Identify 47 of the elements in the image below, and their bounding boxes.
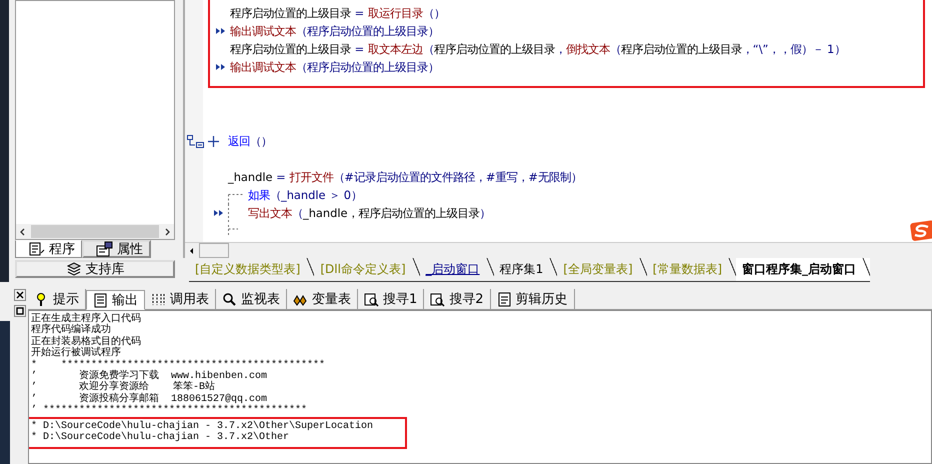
properties-icon bbox=[96, 241, 113, 257]
output-line: ’ ******************************************** bbox=[31, 405, 308, 417]
panel-tab[interactable]: 属性 bbox=[82, 240, 151, 258]
output-line: ’ 资源免费学习下载 www.hibenben.com bbox=[31, 370, 268, 382]
code-line: 程序启动位置的上级目录 = 取文本左边（程序启动位置的上级目录，倒找文本（程序启动位置的上级目录，“\”，，假）－ 1） bbox=[230, 42, 846, 56]
document-tab[interactable]: 窗口程序集_启动窗口 bbox=[736, 258, 870, 282]
output-line: * D:\SourceCode\hulu-chajian - 3.7.x2\Other bbox=[31, 432, 290, 444]
output-line: * ******************************************** bbox=[31, 360, 326, 371]
code-line: 程序启动位置的上级目录 = 取运行目录（） bbox=[230, 6, 445, 20]
books-icon bbox=[66, 262, 82, 276]
panel-tab[interactable]: 程序 bbox=[15, 240, 82, 258]
list-icon bbox=[151, 292, 166, 306]
code-line: _handle = 打开文件（#记录启动位置的文件路径，#重写，#无限制） bbox=[228, 170, 582, 184]
document-tab[interactable]: [自定义数据类型表] bbox=[189, 258, 314, 282]
document-tab[interactable]: [常量数据表] bbox=[646, 258, 736, 282]
search-icon bbox=[222, 292, 237, 306]
subroutine-icon bbox=[187, 134, 204, 148]
close-icon[interactable] bbox=[14, 289, 26, 301]
output-tab[interactable]: 输出 bbox=[86, 290, 145, 310]
clipboard-icon bbox=[496, 292, 512, 306]
output-line: * D:\SourceCode\hulu-chajian - 3.7.x2\Other\SuperLocation bbox=[31, 420, 374, 432]
expand-icon bbox=[208, 136, 219, 146]
code-line: 输出调试文本（程序启动位置的上级目录） bbox=[230, 24, 439, 38]
output-line: 开始运行被调试程序 bbox=[31, 348, 122, 360]
flow-line bbox=[228, 225, 238, 237]
horizontal-scrollbar[interactable] bbox=[185, 242, 932, 258]
output-line: 正在生成主程序入口代码 bbox=[31, 314, 142, 325]
document-tab[interactable]: [Dll命令定义表] bbox=[314, 258, 420, 282]
document-tab[interactable]: [全局变量表] bbox=[557, 258, 647, 282]
find-icon bbox=[430, 292, 446, 306]
output-line: ’ 欢迎分享资源给 笨笨-B站 bbox=[31, 382, 216, 394]
code-line: 返回（） bbox=[228, 134, 272, 148]
document-icon bbox=[93, 292, 108, 308]
document-tab[interactable]: 程序集1 bbox=[494, 258, 558, 282]
output-line: ’ 资源投稿分享邮箱 188061527@qq.com bbox=[31, 394, 268, 405]
code-line: 如果（_handle ＞ 0） bbox=[248, 188, 362, 202]
output-line: 正在封装易格式目的代码 bbox=[31, 336, 142, 348]
find-icon bbox=[364, 292, 379, 306]
document-icon bbox=[28, 241, 45, 257]
code-line: 输出调试文本（程序启动位置的上级目录） bbox=[230, 60, 439, 74]
output-line: 程序代码编译成功 bbox=[31, 325, 112, 336]
restore-icon[interactable] bbox=[14, 305, 26, 317]
code-line: 写出文本（_handle，程序启动位置的上级目录） bbox=[248, 206, 491, 220]
support-library-button[interactable]: 支持库 bbox=[15, 260, 175, 278]
horizontal-scrollbar[interactable] bbox=[15, 224, 175, 240]
logo-icon[interactable] bbox=[910, 220, 932, 242]
document-tab[interactable]: _启动窗口 bbox=[420, 258, 494, 282]
